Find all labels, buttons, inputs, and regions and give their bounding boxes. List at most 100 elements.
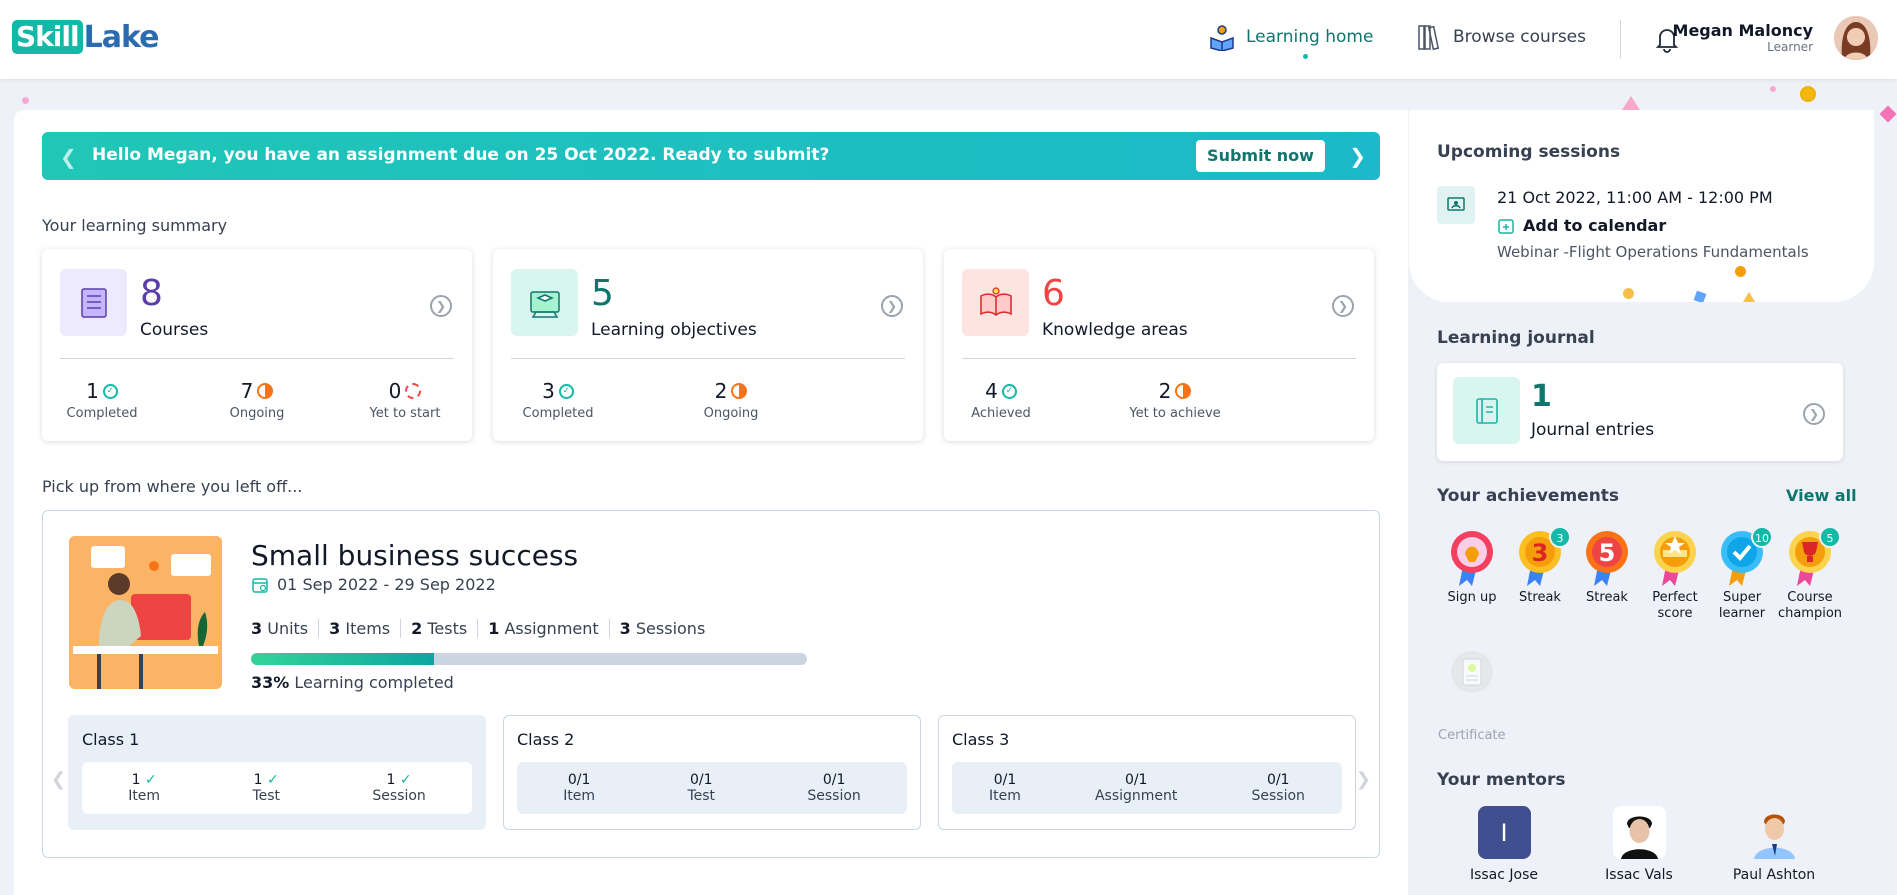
class-stat-test: 1 ✓ Test <box>252 772 281 804</box>
mentor-issac-jose[interactable]: I Issac Jose <box>1444 806 1564 883</box>
chevron-right-circle-icon[interactable]: ❯ <box>881 295 903 317</box>
badge-count: 5 <box>1819 526 1841 548</box>
badge-digit: 3 <box>1532 539 1549 567</box>
reading-person-icon <box>1210 25 1234 51</box>
sign-up-medal-icon <box>1449 530 1495 586</box>
mentors-heading: Your mentors <box>1437 770 1566 790</box>
knowledge-areas-count: 6 <box>1042 273 1065 314</box>
confetti-decoration <box>1800 86 1816 102</box>
check-icon: ✓ <box>144 772 157 788</box>
confetti-decoration <box>22 97 29 104</box>
calendar-icon <box>252 577 268 593</box>
stat-label: Completed <box>522 406 594 421</box>
course-progress-fill <box>251 653 435 665</box>
submit-now-button[interactable]: Submit now <box>1196 140 1325 172</box>
objectives-completed-stat: 3 ✓ Completed <box>503 379 613 421</box>
course-title[interactable]: Small business success <box>251 539 578 572</box>
ongoing-icon <box>731 383 748 399</box>
stat-value: 2 <box>714 379 728 403</box>
badge-sign-up[interactable]: Sign up <box>1437 530 1507 606</box>
mentor-name: Paul Ashton <box>1732 867 1816 883</box>
class-card-2[interactable]: Class 2 0/1 Item 0/1 Test 0/1 Session <box>503 715 921 830</box>
chevron-right-circle-icon[interactable]: ❯ <box>1803 403 1825 425</box>
certificate-badge-icon[interactable] <box>1450 650 1494 698</box>
banner-message: Hello Megan, you have an assignment due … <box>92 145 830 165</box>
class-stats: 0/1 Item 0/1 Test 0/1 Session <box>517 762 907 814</box>
user-name[interactable]: Megan Maloncy <box>1673 21 1813 40</box>
badge-streak-5[interactable]: 5 Streak <box>1572 530 1642 606</box>
badge-perfect-score[interactable]: Perfect score <box>1640 530 1710 622</box>
nav-learning-home[interactable]: Learning home <box>1208 20 1373 54</box>
skilllake-logo[interactable]: Skill Lake <box>12 20 159 55</box>
badge-super-learner[interactable]: 10 Super learner <box>1707 526 1777 622</box>
mentor-issac-vals[interactable]: Issac Vals <box>1579 806 1699 883</box>
class-stat-item: 0/1 Item <box>989 772 1021 804</box>
active-nav-indicator <box>1303 54 1308 59</box>
resume-course-card[interactable]: Small business success 01 Sep 2022 - 29 … <box>42 510 1380 858</box>
class-stat-session: 0/1 Session <box>1251 772 1305 804</box>
course-stat-sessions: 3 Sessions <box>608 619 716 638</box>
journal-entries-label: Journal entries <box>1531 420 1655 440</box>
stat-value: 1 <box>86 379 99 403</box>
main-content: ❮ Hello Megan, you have an assignment du… <box>14 110 1408 895</box>
divider <box>60 358 454 359</box>
confetti-decoration <box>1623 288 1634 299</box>
learning-summary-heading: Your learning summary <box>42 216 228 235</box>
chevron-left-icon[interactable]: ❮ <box>60 145 77 169</box>
class-stat-assignment: 0/1 Assignment <box>1094 772 1178 804</box>
stat-label: Ongoing <box>229 406 285 421</box>
mentor-avatar <box>1747 806 1801 859</box>
confetti-decoration <box>1735 266 1746 277</box>
class-title: Class 1 <box>82 730 140 749</box>
ongoing-icon <box>257 383 274 399</box>
courses-summary-card[interactable]: 8 Courses ❯ 1 ✓ Completed 7 Ongoing 0 Yet… <box>42 249 472 441</box>
divider <box>511 358 905 359</box>
chevron-right-circle-icon[interactable]: ❯ <box>1332 295 1354 317</box>
learning-objectives-summary-card[interactable]: 5 Learning objectives ❯ 3 ✓ Completed 2 O… <box>493 249 923 441</box>
class-card-3[interactable]: Class 3 0/1 Item 0/1 Assignment 0/1 Session <box>938 715 1356 830</box>
class-stat-item: 0/1 Item <box>563 772 596 804</box>
learning-journal-card[interactable]: 1 Journal entries ❯ <box>1437 363 1843 461</box>
calendar-add-icon <box>1498 218 1514 234</box>
stat-label: Completed <box>66 406 138 421</box>
course-stats: 3 Units 3 Items 2 Tests 1 Assignment 3 S… <box>251 619 715 638</box>
mentor-paul-ashton[interactable]: Paul Ashton <box>1714 806 1834 883</box>
add-to-calendar-label: Add to calendar <box>1523 216 1667 235</box>
check-circle-icon: ✓ <box>558 383 574 399</box>
chevron-left-icon[interactable]: ❮ <box>51 769 66 790</box>
stat-label: Ongoing <box>703 406 759 421</box>
badge-streak-3[interactable]: 3 3 Streak <box>1505 526 1575 606</box>
chevron-right-icon[interactable]: ❯ <box>1356 769 1371 790</box>
badge-label: Super learner <box>1718 590 1766 621</box>
badge-label: Perfect score <box>1652 590 1698 621</box>
courses-ongoing-stat: 7 Ongoing <box>202 379 312 421</box>
learning-journal-heading: Learning journal <box>1437 328 1595 348</box>
courses-completed-stat: 1 ✓ Completed <box>47 379 157 421</box>
course-dates-text: 01 Sep 2022 - 29 Sep 2022 <box>277 575 496 594</box>
courses-count: 8 <box>140 273 163 314</box>
streak-3-medal-icon: 3 3 <box>1517 526 1571 586</box>
class-title: Class 3 <box>952 730 1010 749</box>
user-avatar[interactable] <box>1834 16 1878 60</box>
chevron-right-icon[interactable]: ❯ <box>1349 144 1366 168</box>
user-role: Learner <box>1767 40 1813 54</box>
badge-course-champion[interactable]: 5 Course champion <box>1775 526 1845 622</box>
assignment-banner: ❮ Hello Megan, you have an assignment du… <box>42 132 1380 180</box>
view-all-achievements-link[interactable]: View all <box>1786 486 1857 505</box>
knowledge-areas-summary-card[interactable]: 6 Knowledge areas ❯ 4 ✓ Achieved 2 Yet to… <box>944 249 1374 441</box>
learning-objectives-icon <box>511 269 578 336</box>
stat-label: Yet to achieve <box>1129 406 1221 421</box>
course-stat-units: 3 Units <box>251 619 309 638</box>
add-to-calendar-link[interactable]: Add to calendar <box>1497 216 1666 235</box>
stat-value: 3 <box>542 379 555 403</box>
chevron-right-circle-icon[interactable]: ❯ <box>430 295 452 317</box>
mentor-avatar: I <box>1477 806 1531 859</box>
upcoming-sessions-heading: Upcoming sessions <box>1437 142 1621 162</box>
course-champion-medal-icon: 5 <box>1787 526 1841 586</box>
nav-browse-courses[interactable]: Browse courses <box>1417 20 1586 54</box>
objectives-ongoing-stat: 2 Ongoing <box>676 379 786 421</box>
course-progress-bar <box>251 653 807 665</box>
courses-label: Courses <box>140 320 209 340</box>
class-stat-item: 1 ✓ Item <box>128 772 161 804</box>
class-card-1[interactable]: Class 1 1 ✓ Item 1 ✓ Test 1 ✓ Session <box>68 715 486 830</box>
